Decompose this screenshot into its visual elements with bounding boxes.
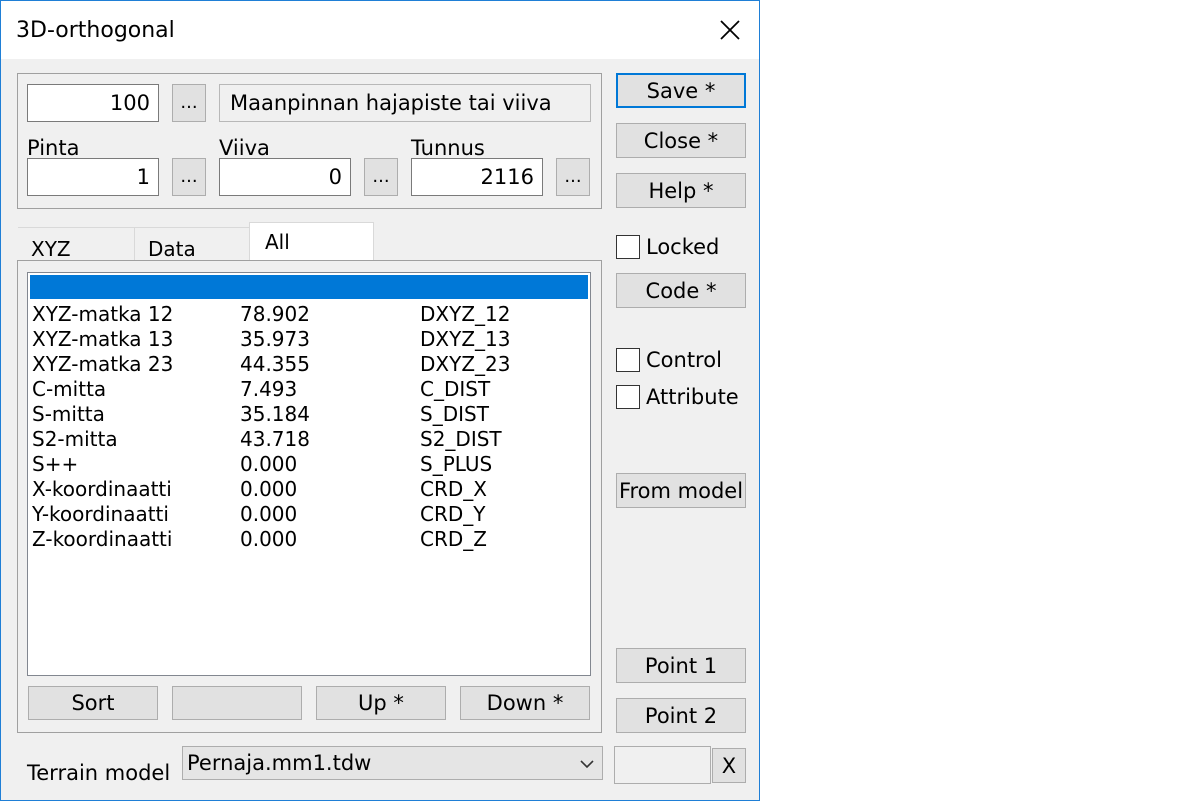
row-name: S++ [32, 452, 79, 476]
list-item[interactable]: S-mitta 35.184 S_DIST [30, 402, 588, 427]
blank-button[interactable] [172, 686, 302, 720]
pinta-browse-button[interactable]: ... [172, 158, 206, 196]
locked-label: Locked [646, 235, 720, 259]
point1-button[interactable]: Point 1 [616, 648, 746, 683]
row-code: DXYZ_13 [420, 327, 511, 351]
row-value: 44.355 [240, 352, 310, 376]
terrain-model-dropdown[interactable]: Pernaja.mm1.tdw [182, 746, 603, 780]
code-field[interactable]: 100 [27, 84, 159, 122]
row-code: DXYZ_12 [420, 302, 511, 326]
row-code: C_DIST [420, 377, 491, 401]
pinta-field[interactable]: 1 [27, 158, 159, 196]
viiva-browse-button[interactable]: ... [364, 158, 398, 196]
row-name: XYZ-matka 23 [32, 352, 174, 376]
list-item[interactable]: XYZ-matka 23 44.355 DXYZ_23 [30, 352, 588, 377]
attribute-checkbox[interactable] [616, 385, 640, 409]
row-value: 0.000 [240, 527, 298, 551]
tab-all[interactable]: All [249, 222, 374, 262]
viiva-field[interactable]: 0 [219, 158, 351, 196]
chevron-down-icon [580, 760, 594, 769]
value-display-field[interactable] [614, 746, 711, 784]
list-item[interactable]: S++ 0.000 S_PLUS [30, 452, 588, 477]
row-value: 35.184 [240, 402, 310, 426]
save-button[interactable]: Save * [616, 73, 746, 108]
row-value: 0.000 [240, 477, 298, 501]
code-description: Maanpinnan hajapiste tai viiva [219, 84, 591, 122]
row-name: C-mitta [32, 377, 107, 401]
list-item[interactable]: XYZ-matka 13 35.973 DXYZ_13 [30, 327, 588, 352]
list-item[interactable]: S2-mitta 43.718 S2_DIST [30, 427, 588, 452]
window-title: 3D-orthogonal [16, 18, 175, 43]
terrain-model-value: Pernaja.mm1.tdw [187, 751, 372, 775]
terrain-model-label: Terrain model [27, 761, 171, 785]
code-browse-button[interactable]: ... [172, 84, 206, 122]
row-value: 78.902 [240, 302, 310, 326]
row-name: S2-mitta [32, 427, 118, 451]
locked-checkbox[interactable] [616, 235, 640, 259]
close-icon [720, 20, 740, 40]
row-code: CRD_Y [420, 502, 486, 526]
row-value: 0.000 [240, 502, 298, 526]
attribute-list[interactable]: XYZ-matka 12 78.902 DXYZ_12 XYZ-matka 13… [27, 272, 591, 676]
title-bar[interactable]: 3D-orthogonal [1, 1, 759, 59]
row-code: S_PLUS [420, 452, 493, 476]
code-button[interactable]: Code * [616, 273, 746, 308]
clear-button[interactable]: X [712, 748, 746, 783]
tunnus-browse-button[interactable]: ... [556, 158, 590, 196]
list-item[interactable]: Z-koordinaatti 0.000 CRD_Z [30, 527, 588, 552]
point2-button[interactable]: Point 2 [616, 698, 746, 733]
list-item[interactable]: C-mitta 7.493 C_DIST [30, 377, 588, 402]
attribute-label: Attribute [646, 385, 739, 409]
row-value: 35.973 [240, 327, 310, 351]
row-code: CRD_Z [420, 527, 487, 551]
tab-xyz[interactable]: XYZ [18, 227, 135, 261]
row-code: CRD_X [420, 477, 487, 501]
row-code: S2_DIST [420, 427, 502, 451]
list-item[interactable]: X-koordinaatti 0.000 CRD_X [30, 477, 588, 502]
control-checkbox[interactable] [616, 348, 640, 372]
sort-button[interactable]: Sort [28, 686, 158, 720]
row-name: Y-koordinaatti [32, 502, 169, 526]
from-model-button[interactable]: From model [616, 473, 746, 508]
tab-data[interactable]: Data [135, 227, 250, 261]
row-code: DXYZ_23 [420, 352, 511, 376]
row-value: 0.000 [240, 452, 298, 476]
row-code: S_DIST [420, 402, 489, 426]
close-button[interactable]: Close * [616, 123, 746, 158]
help-button[interactable]: Help * [616, 173, 746, 208]
down-button[interactable]: Down * [460, 686, 590, 720]
control-label: Control [646, 348, 722, 372]
row-name: S-mitta [32, 402, 105, 426]
list-item-selected[interactable] [30, 275, 588, 299]
row-value: 7.493 [240, 377, 298, 401]
row-name: Z-koordinaatti [32, 527, 173, 551]
row-name: XYZ-matka 13 [32, 327, 174, 351]
window-close-button[interactable] [701, 1, 759, 59]
dialog-window: 3D-orthogonal 100 ... Maanpinnan hajapis… [0, 0, 760, 801]
list-item[interactable]: XYZ-matka 12 78.902 DXYZ_12 [30, 302, 588, 327]
row-name: X-koordinaatti [32, 477, 172, 501]
tunnus-field[interactable]: 2116 [411, 158, 543, 196]
row-name: XYZ-matka 12 [32, 302, 174, 326]
list-item[interactable]: Y-koordinaatti 0.000 CRD_Y [30, 502, 588, 527]
up-button[interactable]: Up * [316, 686, 446, 720]
row-value: 43.718 [240, 427, 310, 451]
